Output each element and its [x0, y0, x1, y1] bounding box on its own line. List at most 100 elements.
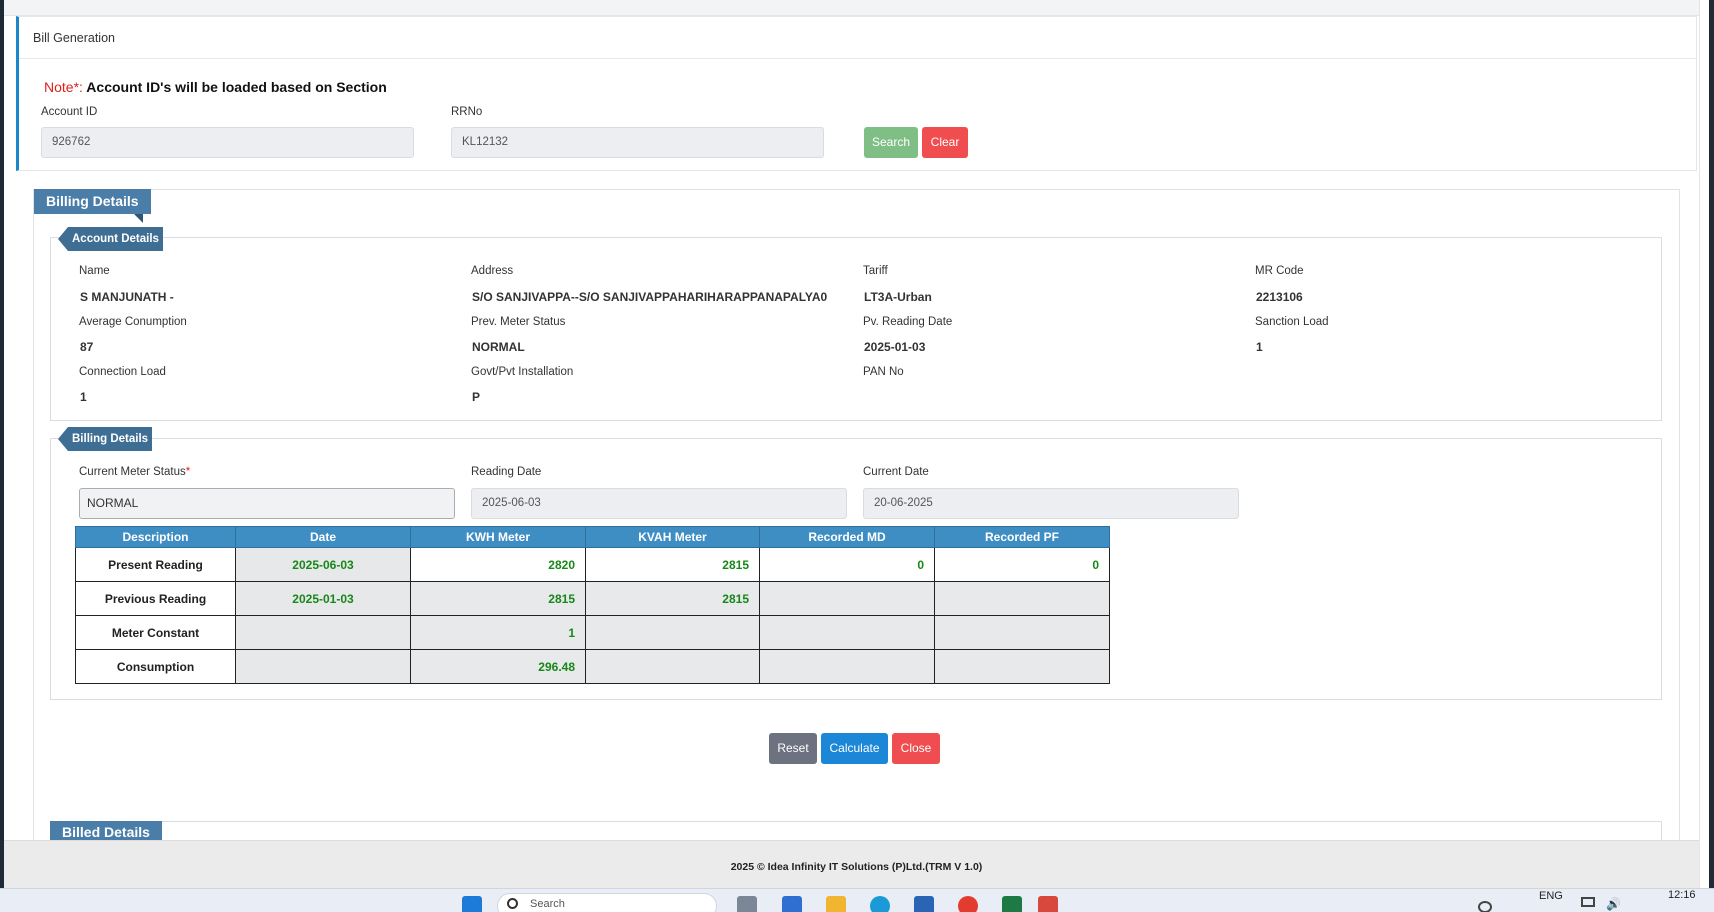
meter-status-select[interactable]: NORMAL [79, 488, 455, 519]
bill-generation-card: Bill Generation Note*: Account ID's will… [16, 16, 1697, 171]
col-description: Description [75, 526, 236, 548]
previous-pf-cell [934, 581, 1110, 616]
account-id-input[interactable]: 926762 [41, 127, 414, 158]
chrome-icon[interactable] [958, 896, 978, 912]
installation-label: Govt/Pvt Installation [471, 366, 574, 378]
previous-kvah-cell: 2815 [585, 581, 760, 616]
app-window: Bill Generation Note*: Account ID's will… [4, 0, 1709, 888]
billing-details-legend: Billing Details [57, 427, 153, 451]
avg-consumption-value: 87 [80, 340, 94, 354]
name-value: S MANJUNATH - [80, 290, 174, 304]
footer: 2025 © Idea Infinity IT Solutions (P)Ltd… [4, 840, 1709, 888]
readings-header-row: Description Date KWH Meter KVAH Meter Re… [75, 526, 1110, 548]
store-icon[interactable] [914, 896, 934, 912]
consumption-pf-cell [934, 649, 1110, 684]
card-divider [19, 58, 1696, 59]
constant-kwh-cell: 1 [410, 615, 586, 650]
col-kvah: KVAH Meter [585, 526, 760, 548]
current-date-label: Current Date [863, 466, 929, 478]
reset-button[interactable]: Reset [769, 733, 817, 764]
col-md: Recorded MD [759, 526, 935, 548]
volume-icon[interactable]: 🔊 [1606, 897, 1621, 911]
table-row: Present Reading 2025-06-03 2820 2815 0 0 [75, 547, 1110, 582]
rrno-input[interactable]: KL12132 [451, 127, 824, 158]
clear-button[interactable]: Clear [922, 127, 968, 158]
address-value: S/O SANJIVAPPA--S/O SANJIVAPPAHARIHARAPP… [472, 290, 828, 304]
avg-consumption-label: Average Conumption [79, 316, 187, 328]
sanction-load-value: 1 [1256, 340, 1263, 354]
row-description: Present Reading [75, 547, 236, 582]
clock-time[interactable]: 12:16 [1668, 889, 1696, 901]
meter-status-label-text: Current Meter Status [79, 466, 186, 478]
account-details-legend: Account Details [58, 227, 163, 251]
mr-code-value: 2213106 [1256, 290, 1303, 304]
consumption-date-cell [235, 649, 411, 684]
address-label: Address [471, 265, 514, 277]
row-description: Meter Constant [75, 615, 236, 650]
present-pf-input[interactable]: 0 [934, 547, 1110, 582]
section-note: Note*: Account ID's will be loaded based… [44, 79, 387, 95]
table-row: Meter Constant 1 [75, 615, 1110, 650]
sanction-load-label: Sanction Load [1255, 316, 1329, 328]
calculate-button[interactable]: Calculate [821, 733, 888, 764]
required-mark: * [185, 466, 191, 478]
row-description: Consumption [75, 649, 236, 684]
table-row: Consumption 296.48 [75, 649, 1110, 684]
top-strip [4, 0, 1709, 16]
network-icon[interactable] [1581, 897, 1595, 907]
close-button[interactable]: Close [892, 733, 940, 764]
consumption-kwh-cell: 296.48 [410, 649, 586, 684]
name-label: Name [79, 265, 110, 277]
tariff-value: LT3A-Urban [864, 290, 932, 304]
prev-meter-status-label: Prev. Meter Status [471, 316, 566, 328]
present-date-cell: 2025-06-03 [235, 547, 411, 582]
reading-date-label: Reading Date [471, 466, 542, 478]
pan-no-label: PAN No [863, 366, 904, 378]
previous-md-cell [759, 581, 935, 616]
file-explorer-icon[interactable] [826, 896, 846, 912]
page-scrollbar[interactable] [1699, 0, 1709, 888]
taskbar-search-placeholder: Search [530, 898, 565, 910]
language-indicator[interactable]: ENG [1539, 890, 1563, 902]
meter-status-label: Current Meter Status* [79, 466, 190, 478]
account-details-fieldset [50, 237, 1662, 421]
rrno-label: RRNo [451, 106, 483, 118]
constant-date-cell [235, 615, 411, 650]
col-pf: Recorded PF [934, 526, 1110, 548]
reading-date-input[interactable]: 2025-06-03 [471, 488, 847, 519]
browser-icon[interactable] [870, 896, 890, 912]
refresh-icon[interactable] [1478, 901, 1492, 912]
col-date: Date [235, 526, 411, 548]
present-kwh-input[interactable]: 2820 [410, 547, 586, 582]
page-title: Bill Generation [33, 31, 115, 45]
snipping-icon[interactable] [1038, 896, 1058, 912]
search-button[interactable]: Search [864, 127, 918, 158]
billing-section-title: Billing Details [34, 189, 151, 214]
note-text: Account ID's will be loaded based on Sec… [82, 79, 387, 95]
taskbar-search[interactable]: Search [497, 893, 717, 912]
previous-date-cell: 2025-01-03 [235, 581, 411, 616]
table-row: Previous Reading 2025-01-03 2815 2815 [75, 581, 1110, 616]
footer-copyright: 2025 © Idea Infinity IT Solutions (P)Ltd… [730, 861, 983, 873]
previous-kwh-cell: 2815 [410, 581, 586, 616]
excel-icon[interactable] [1002, 896, 1022, 912]
col-kwh: KWH Meter [410, 526, 586, 548]
windows-taskbar: Search ENG 🔊 12:16 [0, 888, 1714, 912]
connection-load-label: Connection Load [79, 366, 166, 378]
prev-meter-status-value: NORMAL [472, 340, 525, 354]
connection-load-value: 1 [80, 390, 87, 404]
edge-icon[interactable] [782, 896, 802, 912]
constant-pf-cell [934, 615, 1110, 650]
row-description: Previous Reading [75, 581, 236, 616]
tariff-label: Tariff [863, 265, 888, 277]
present-md-input[interactable]: 0 [759, 547, 935, 582]
pv-reading-date-label: Pv. Reading Date [863, 316, 953, 328]
legend-fold [134, 214, 143, 223]
search-icon [507, 898, 518, 909]
start-icon[interactable] [462, 896, 482, 912]
pv-reading-date-value: 2025-01-03 [864, 340, 926, 354]
mr-code-label: MR Code [1255, 265, 1304, 277]
present-kvah-input[interactable]: 2815 [585, 547, 760, 582]
task-view-icon[interactable] [737, 896, 757, 912]
readings-table: Description Date KWH Meter KVAH Meter Re… [75, 526, 1110, 684]
